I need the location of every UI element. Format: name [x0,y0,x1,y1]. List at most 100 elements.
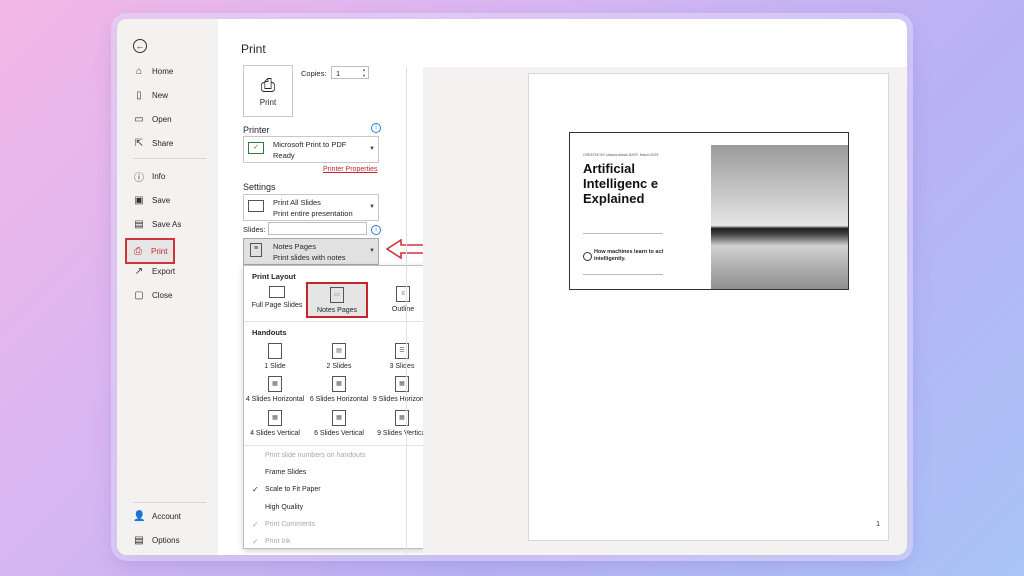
nav-item-save[interactable]: ▣ Save [133,192,170,208]
slide-rule [583,274,663,275]
pane-divider [406,67,407,555]
handout-thumbnail-icon: ▤ [332,343,346,359]
nav-item-label: Save [152,195,171,205]
save-icon: ▣ [134,194,144,206]
page-number: 1 [876,521,880,528]
layout-option-notes-pages[interactable]: ▭ Notes Pages [306,282,368,318]
info-icon[interactable]: i [371,123,381,133]
nav-item-home[interactable]: ⌂ Home [133,63,173,79]
print-icon: ⎙ [134,245,142,257]
nav-separator [133,502,206,503]
menu-option-scale-to-fit-paper[interactable]: Scale to Fit Paper [265,486,321,493]
print-button[interactable]: ⎙ Print [243,65,293,117]
layout-option-full-page-slides[interactable]: Full Page Slides [246,286,308,309]
back-arrow-icon[interactable]: ← [133,39,147,53]
printer-heading: Printer [243,125,270,135]
printer-dropdown[interactable]: ✓ Microsoft Print to PDF Ready ▼ [243,136,379,163]
handout-option-label: 6 Slides Vertical [314,430,364,437]
copies-stepper[interactable]: 1 ▲ ▼ [331,66,369,79]
preview-page: CREATED BY Usama Akbari DATE: March 2025… [528,73,889,541]
check-icon: ✓ [252,537,259,546]
handout-option-label: 4 Slides Horizontal [245,396,305,403]
nav-item-new[interactable]: ▯ New [133,87,168,103]
printer-properties-link[interactable]: Printer Properties [323,166,377,173]
handout-option-label: 6 Slides Horizontal [309,396,369,403]
menu-option-print-comments: Print Comments [265,520,316,528]
handout-option-4-slides-horizontal[interactable]: ▦ 4 Slides Horizontal [244,376,306,403]
printer-icon: ⎙ [260,75,276,95]
menu-option-high-quality[interactable]: High Quality [265,504,303,511]
handout-option-4-slides-vertical[interactable]: ▦ 4 Slides Vertical [244,410,306,437]
page-title: Print [241,42,266,56]
layout-line1: Notes Pages [273,242,316,251]
info-icon: ⓘ [134,172,144,184]
slide-subtitle: How machines learn to act intelligently. [594,249,664,262]
nav-item-share[interactable]: ⇱ Share [133,135,174,151]
nav-item-label: Account [152,512,181,521]
new-file-icon: ▯ [136,89,142,101]
nav-item-close[interactable]: ▢ Close [133,287,172,303]
folder-open-icon: ▭ [134,113,144,125]
chevron-down-icon: ▼ [369,204,375,210]
handout-option-label: 4 Slides Vertical [250,430,300,437]
layout-dropdown[interactable]: ≡ Notes Pages Print slides with notes ▼ [243,238,379,265]
nav-item-open[interactable]: ▭ Open [133,111,172,127]
slide-title: Artificial Intelligenc e Explained [583,161,659,206]
backstage-nav: ← ⌂ Home ▯ New ▭ Open ⇱ Share ⓘ Info ▣ Save ▤ Save As… [117,19,218,555]
handout-thumbnail-icon [268,343,282,359]
home-icon: ⌂ [135,65,143,77]
handout-option-2-slides[interactable]: ▤ 2 Slides [308,343,370,370]
settings-heading: Settings [243,182,276,192]
print-range-dropdown[interactable]: Print All Slides Print entire presentati… [243,194,379,221]
chevron-down-icon: ▼ [369,146,375,152]
menu-option-frame-slides[interactable]: Frame Slides [265,469,306,476]
slide-rule [583,233,663,234]
nav-item-label: New [152,90,169,100]
handouts-heading: Handouts [252,328,287,337]
copies-label: Copies: [301,69,327,78]
export-icon: ↗ [134,265,144,277]
info-icon[interactable]: i [371,225,381,235]
menu-option-print-ink: Print Ink [265,538,291,545]
handout-option-label: 2 Slides [326,363,352,370]
nav-separator [133,158,206,159]
menu-option-print-slide-numbers-on-handouts: Print slide numbers on handouts [265,452,366,459]
range-line2: Print entire presentation [273,209,353,218]
layout-thumbnail-icon: ≡ [396,286,410,302]
nav-item-label: Open [152,114,172,124]
handout-thumbnail-icon: ▦ [268,376,282,392]
nav-item-info[interactable]: ⓘ Info [133,168,165,184]
nav-item-options[interactable]: ▤ Options [133,535,179,546]
handout-thumbnail-icon: ▦ [268,410,282,426]
handout-option-1-slide[interactable]: 1 Slide [244,343,306,370]
slide-photo [711,145,848,289]
print-layout-menu: Print Layout Full Page Slides ▭ Notes Page… [243,265,437,549]
slides-input[interactable] [268,222,367,235]
close-icon: ▢ [134,289,144,301]
nav-item-label: Print [151,246,168,256]
printer-status: Ready [273,151,295,160]
layout-thumbnail-icon: ▭ [330,287,344,303]
print-window: ← ⌂ Home ▯ New ▭ Open ⇱ Share ⓘ Info ▣ Save ▤ Save As… [117,19,907,555]
layout-thumbnail-icon [269,286,285,298]
range-line1: Print All Slides [273,198,321,207]
nav-item-account[interactable]: 👤 Account [133,511,181,522]
spin-arrows-icon[interactable]: ▲ ▼ [362,67,366,79]
nav-item-label: Info [152,171,166,181]
share-icon: ⇱ [134,137,144,149]
handout-thumbnail-icon: ▦ [332,376,346,392]
nav-item-label: Close [152,290,173,300]
slide-thumbnail: CREATED BY Usama Akbari DATE: March 2025… [569,132,849,290]
slide-meta: CREATED BY Usama Akbari DATE: March 2025 [583,153,659,157]
handout-option-6-slides-horizontal[interactable]: ▦ 6 Slides Horizontal [308,376,370,403]
layout-option-label: Full Page Slides [251,302,303,309]
handout-thumbnail-icon: ▦ [332,410,346,426]
copies-value: 1 [336,69,341,78]
menu-separator [244,321,436,322]
nav-item-save-as[interactable]: ▤ Save As [133,216,181,232]
check-icon: ✓ [252,519,259,529]
notes-page-icon: ≡ [250,243,262,257]
nav-item-print[interactable]: ⎙ Print [125,238,175,264]
nav-item-export[interactable]: ↗ Export [133,263,175,279]
handout-option-6-slides-vertical[interactable]: ▦ 6 Slides Vertical [308,410,370,437]
